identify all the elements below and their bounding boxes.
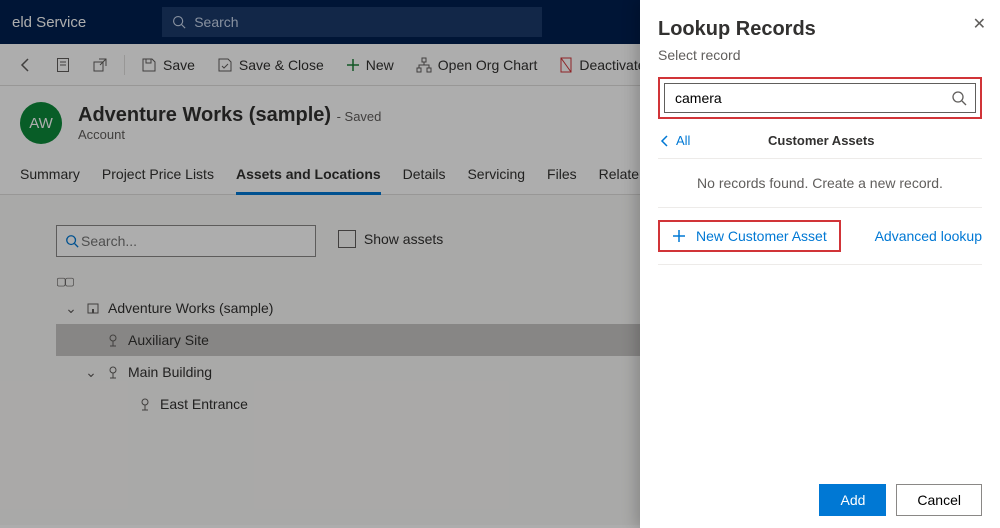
- tree-search[interactable]: [56, 225, 316, 257]
- global-search-placeholder: Search: [194, 14, 238, 30]
- deactivate-icon: [559, 57, 573, 73]
- tab-assets-locations[interactable]: Assets and Locations: [236, 156, 381, 194]
- show-assets-toggle[interactable]: Show assets: [338, 230, 443, 248]
- popout-icon: [92, 57, 108, 73]
- new-button[interactable]: New: [336, 44, 404, 85]
- panel-subtitle: Select record: [658, 47, 982, 63]
- save-close-icon: [217, 57, 233, 73]
- checkbox-icon[interactable]: [338, 230, 356, 248]
- search-icon[interactable]: [951, 90, 967, 106]
- back-all-link[interactable]: All: [658, 133, 690, 148]
- arrow-left-icon: [658, 134, 672, 148]
- tab-files[interactable]: Files: [547, 156, 577, 194]
- tree-search-input[interactable]: [79, 232, 307, 250]
- open-org-chart-button[interactable]: Open Org Chart: [406, 44, 548, 85]
- arrow-left-icon: [18, 57, 34, 73]
- popout-button[interactable]: [82, 44, 118, 85]
- location-icon: [106, 365, 120, 379]
- lookup-section-title: Customer Assets: [690, 133, 952, 148]
- record-set-button[interactable]: [46, 44, 80, 85]
- search-icon: [172, 15, 186, 29]
- tab-summary[interactable]: Summary: [20, 156, 80, 194]
- lookup-panel: ✕ Lookup Records Select record All Custo…: [640, 0, 1000, 528]
- save-icon: [141, 57, 157, 73]
- new-customer-asset-button[interactable]: New Customer Asset: [658, 220, 841, 252]
- cancel-button[interactable]: Cancel: [896, 484, 982, 516]
- lookup-nav-row: All Customer Assets: [658, 129, 982, 159]
- panel-title: Lookup Records: [658, 18, 982, 41]
- no-records-text: No records found. Create a new record.: [658, 159, 982, 207]
- tab-servicing[interactable]: Servicing: [467, 156, 525, 194]
- advanced-lookup-link[interactable]: Advanced lookup: [875, 228, 982, 244]
- document-icon: [56, 57, 70, 73]
- lookup-search[interactable]: [664, 83, 976, 113]
- highlight-box: [658, 77, 982, 119]
- back-button[interactable]: [8, 44, 44, 85]
- close-button[interactable]: ✕: [973, 14, 986, 34]
- plus-icon: [346, 58, 360, 72]
- org-chart-icon: [416, 57, 432, 73]
- save-button[interactable]: Save: [131, 44, 205, 85]
- saved-indicator: - Saved: [337, 109, 382, 124]
- add-button[interactable]: Add: [819, 484, 886, 516]
- chevron-down-icon[interactable]: ⌄: [64, 300, 78, 317]
- avatar: AW: [20, 102, 62, 144]
- tab-project-price-lists[interactable]: Project Price Lists: [102, 156, 214, 194]
- lookup-search-input[interactable]: [673, 89, 951, 107]
- tab-related[interactable]: Relate: [599, 156, 639, 194]
- app-brand: eld Service: [12, 14, 86, 31]
- search-icon: [65, 234, 79, 248]
- chevron-down-icon[interactable]: ⌄: [84, 364, 98, 381]
- plus-icon: [672, 229, 686, 243]
- location-icon: [106, 333, 120, 347]
- save-close-button[interactable]: Save & Close: [207, 44, 334, 85]
- global-search[interactable]: Search: [162, 7, 542, 37]
- entity-label: Account: [78, 127, 381, 142]
- page-title: Adventure Works (sample) - Saved: [78, 104, 381, 127]
- location-icon: [138, 397, 152, 411]
- tab-details[interactable]: Details: [403, 156, 446, 194]
- building-icon: [86, 301, 100, 315]
